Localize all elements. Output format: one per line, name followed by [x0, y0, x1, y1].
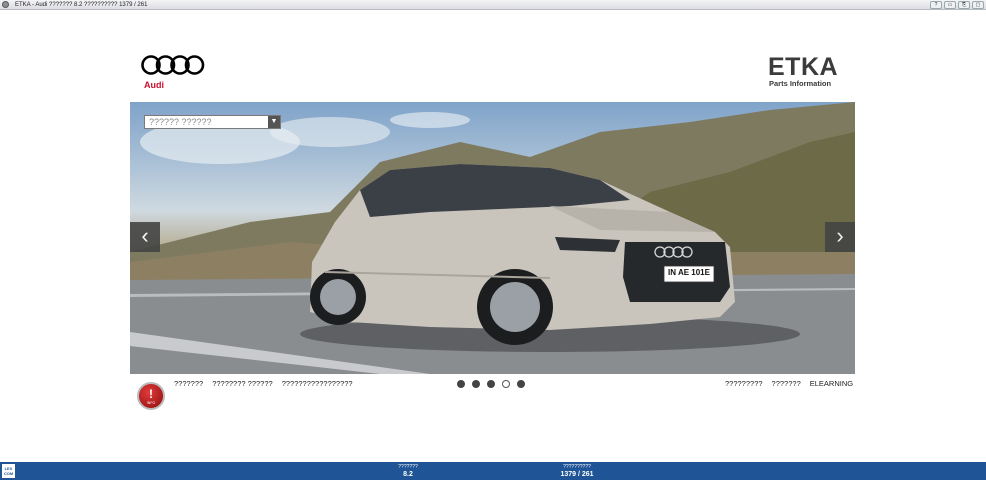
status-data-value: 1379 / 261	[560, 471, 594, 478]
carousel-next-button[interactable]: ›	[825, 222, 855, 252]
footer-links-left: ??????? ???????? ?????? ????????????????…	[174, 379, 353, 388]
carousel-dots	[457, 380, 525, 388]
window-controls: ? ▭ ⎘ ▢	[930, 1, 984, 9]
footer-link-1[interactable]: ???????	[174, 379, 203, 388]
window-title: ETKA - Audi ??????? 8.2 ?????????? 1379 …	[15, 2, 148, 8]
footer-link-4[interactable]: ?????????	[725, 379, 763, 388]
minimize-button[interactable]: ▭	[944, 1, 956, 9]
hero-car-illustration	[130, 102, 855, 374]
carousel-dot-1[interactable]	[457, 380, 465, 388]
carousel-prev-button[interactable]: ‹	[130, 222, 160, 252]
lexcom-logo-icon: LEX COM	[2, 464, 15, 478]
chevron-right-icon: ›	[836, 223, 844, 248]
carousel-dot-3[interactable]	[487, 380, 495, 388]
footer-link-3[interactable]: ?????????????????	[282, 379, 353, 388]
app-logo-icon	[2, 1, 9, 8]
footer-link-elearning[interactable]: ELEARNING	[810, 379, 853, 388]
status-bar: LEX COM ??????? 8.2 ?????????? 1379 / 26…	[0, 462, 986, 480]
carousel-dot-4-active[interactable]	[502, 380, 510, 388]
chevron-left-icon: ‹	[141, 223, 149, 248]
carousel-dot-2[interactable]	[472, 380, 480, 388]
chevron-down-icon[interactable]: ▼	[268, 116, 280, 128]
info-badge-button[interactable]: ! INFO	[137, 382, 165, 410]
hero-banner: IN AE 101E	[130, 102, 855, 374]
audi-wordmark: Audi	[144, 80, 164, 90]
license-plate: IN AE 101E	[668, 268, 710, 277]
title-bar: ETKA - Audi ??????? 8.2 ?????????? 1379 …	[0, 0, 986, 10]
info-badge-label: INFO	[146, 401, 156, 405]
exclamation-icon: !	[149, 387, 153, 401]
status-version: ??????? 8.2	[380, 464, 436, 479]
carousel-dot-5[interactable]	[517, 380, 525, 388]
model-select-dropdown[interactable]: ?????? ?????? ▼	[144, 115, 281, 129]
close-button[interactable]: ▢	[972, 1, 984, 9]
status-data: ?????????? 1379 / 261	[546, 464, 608, 479]
etka-logo: ETKA	[768, 53, 839, 81]
footer-links-right: ????????? ??????? ELEARNING	[725, 379, 853, 388]
audi-rings-logo-icon	[141, 54, 205, 76]
help-button[interactable]: ?	[930, 1, 942, 9]
footer-link-5[interactable]: ???????	[772, 379, 801, 388]
model-select-placeholder: ?????? ??????	[149, 117, 212, 127]
footer-link-2[interactable]: ???????? ??????	[212, 379, 272, 388]
status-version-value: 8.2	[403, 471, 413, 478]
restore-button[interactable]: ⎘	[958, 1, 970, 9]
etka-subtitle: Parts Information	[769, 79, 832, 88]
